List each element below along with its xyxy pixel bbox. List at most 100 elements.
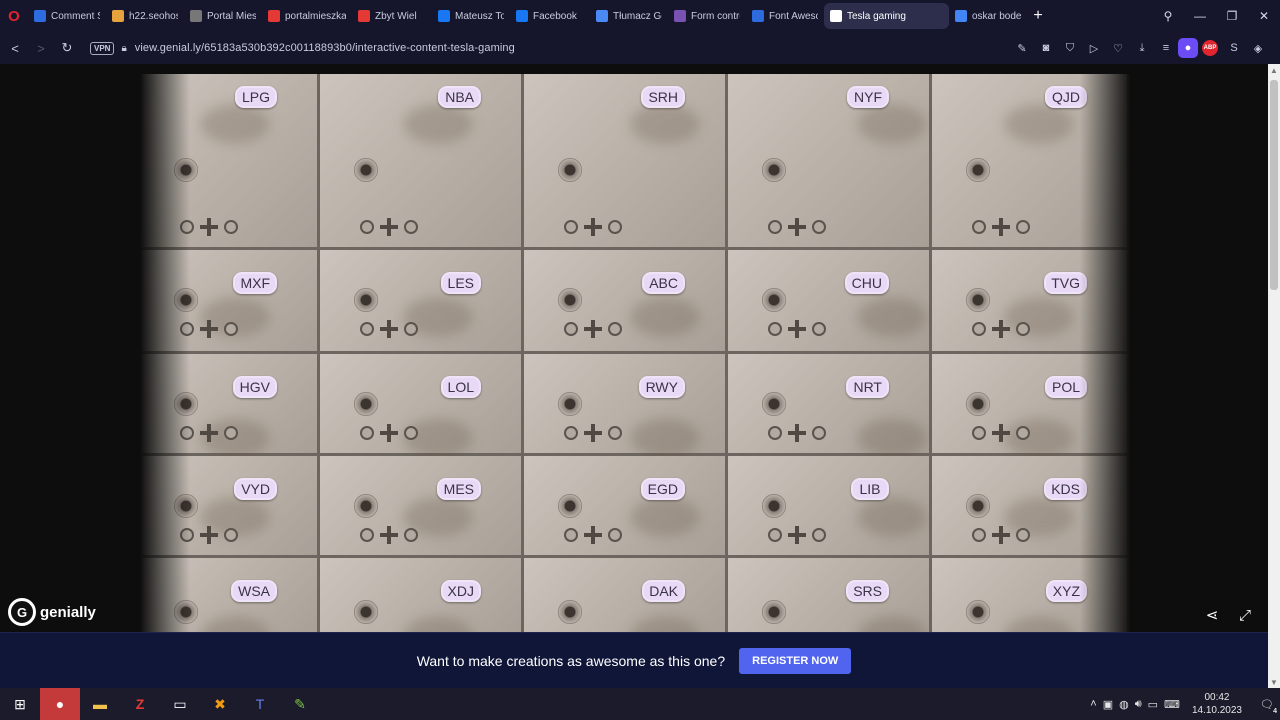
mailbox-qjd[interactable]: QJD [932,74,1130,250]
file-explorer-icon[interactable]: ▬ [80,688,120,720]
tab-1[interactable]: h22.seohost.p [106,3,184,29]
mailbox-label[interactable]: XYZ [1045,580,1087,602]
tab-5[interactable]: Mateusz Tobo [432,3,510,29]
new-tab-button[interactable]: + [1027,5,1049,27]
scroll-down-arrow-icon[interactable]: ▼ [1268,676,1280,688]
tab-11[interactable]: oskar bodere [949,3,1027,29]
mailbox-nba[interactable]: NBA [320,74,524,250]
mailbox-wsa[interactable]: WSA [140,558,320,632]
clock[interactable]: 00:42 14.10.2023 [1192,691,1242,717]
mailbox-xdj[interactable]: XDJ [320,558,524,632]
vpn-badge[interactable]: VPN [90,41,115,55]
share-icon[interactable]: ⋖ [1200,603,1224,627]
edit-icon[interactable]: ✎ [1010,36,1034,60]
volume-icon[interactable]: 🔊︎ [1135,698,1142,711]
tray-app-icon[interactable]: ▣ [1103,698,1113,711]
mailbox-kds[interactable]: KDS [932,456,1130,558]
mailbox-label[interactable]: POL [1044,376,1087,398]
genially-logo[interactable]: G genially [8,598,96,626]
xampp-icon[interactable]: ✖ [200,688,240,720]
mailbox-label[interactable]: SRH [641,86,685,108]
tab-0[interactable]: Comment Sm [28,3,106,29]
mailbox-label[interactable]: LIB [851,478,889,500]
easy-setup-icon[interactable]: ≡ [1154,36,1178,60]
mailbox-mes[interactable]: MES [320,456,524,558]
mailbox-label[interactable]: RWY [638,376,685,398]
mailbox-rwy[interactable]: RWY [524,354,728,458]
mailbox-xyz[interactable]: XYZ [932,558,1130,632]
mailbox-pol[interactable]: POL [932,354,1130,458]
shield-icon[interactable]: ⛉ [1058,36,1082,60]
opera-taskbar-icon[interactable]: ● [40,688,80,720]
mailbox-chu[interactable]: CHU [728,250,932,354]
download-icon[interactable]: ⤓ [1130,36,1154,60]
close-button[interactable]: ✕ [1248,0,1280,32]
mailbox-label[interactable]: DAK [642,580,685,602]
mailbox-dak[interactable]: DAK [524,558,728,632]
adblock-icon[interactable]: ABP [1202,40,1218,56]
mailbox-hgv[interactable]: HGV [140,354,320,458]
mailbox-label[interactable]: HGV [232,376,277,398]
tab-2[interactable]: Portal Mieszk [184,3,262,29]
extension-s-icon[interactable]: S [1222,36,1246,60]
mailbox-label[interactable]: NBA [438,86,481,108]
tab-8[interactable]: Form controls [668,3,746,29]
mailbox-egd[interactable]: EGD [524,456,728,558]
tab-3[interactable]: portalmieszka [262,3,352,29]
back-button[interactable]: < [2,35,28,61]
tray-chevron-icon[interactable]: ˄ [1090,698,1096,710]
terminal-icon[interactable]: ▭ [160,688,200,720]
extensions-cube-icon[interactable]: ◈ [1246,36,1270,60]
mailbox-label[interactable]: VYD [234,478,277,500]
mailbox-label[interactable]: KDS [1044,478,1087,500]
account-icon[interactable]: ● [1178,38,1198,58]
scrollbar-thumb[interactable] [1270,80,1278,290]
mailbox-label[interactable]: LES [440,272,481,294]
network-icon[interactable]: ◍ [1119,698,1129,711]
mailbox-label[interactable]: EGD [640,478,685,500]
mailbox-tvg[interactable]: TVG [932,250,1130,354]
mailbox-nrt[interactable]: NRT [728,354,932,458]
fullscreen-icon[interactable]: ⤢ [1233,603,1257,627]
mailbox-les[interactable]: LES [320,250,524,354]
register-now-button[interactable]: REGISTER NOW [739,647,852,674]
mailbox-label[interactable]: XDJ [440,580,481,602]
mailbox-abc[interactable]: ABC [524,250,728,354]
mailbox-lol[interactable]: LOL [320,354,524,458]
lock-icon[interactable]: 🔒︎ [121,43,126,54]
send-icon[interactable]: ▷ [1082,36,1106,60]
mailbox-label[interactable]: MXF [233,272,277,294]
tab-6[interactable]: Facebook [510,3,590,29]
mailbox-lpg[interactable]: LPG [140,74,320,250]
filezilla-icon[interactable]: Z [120,688,160,720]
mailbox-label[interactable]: WSA [231,580,277,602]
mailbox-vyd[interactable]: VYD [140,456,320,558]
tab-4[interactable]: Zbyt Wiel [352,3,432,29]
notifications-icon[interactable]: 🗨︎ 4 [1254,698,1280,715]
mailbox-srs[interactable]: SRS [728,558,932,632]
tab-9[interactable]: Font Awesom [746,3,824,29]
mailbox-label[interactable]: MES [436,478,481,500]
mailbox-label[interactable]: CHU [844,272,889,294]
scroll-up-arrow-icon[interactable]: ▲ [1268,64,1280,76]
tab-10[interactable]: Tesla gaming [824,3,949,29]
page-scrollbar[interactable]: ▲ ▼ [1268,64,1280,688]
minimize-button[interactable]: — [1184,0,1216,32]
mailbox-nyf[interactable]: NYF [728,74,932,250]
heart-icon[interactable]: ♡ [1106,36,1130,60]
mailbox-mxf[interactable]: MXF [140,250,320,354]
mailbox-label[interactable]: QJD [1045,86,1087,108]
url-field[interactable]: view.genial.ly/65183a530b392c00118893b0/… [135,42,515,54]
forward-button[interactable]: > [28,35,54,61]
mailbox-label[interactable]: LPG [234,86,277,108]
maximize-button[interactable]: ❐ [1216,0,1248,32]
keyboard-icon[interactable]: ⌨︎ [1164,698,1180,711]
reload-button[interactable]: ↻ [54,35,80,61]
mailbox-label[interactable]: LOL [440,376,481,398]
teams-icon[interactable]: T [240,688,280,720]
mailbox-label[interactable]: ABC [642,272,685,294]
mailbox-srh[interactable]: SRH [524,74,728,250]
mailbox-label[interactable]: NRT [846,376,889,398]
mailbox-lib[interactable]: LIB [728,456,932,558]
windows-start-icon[interactable]: ⊞ [0,688,40,720]
